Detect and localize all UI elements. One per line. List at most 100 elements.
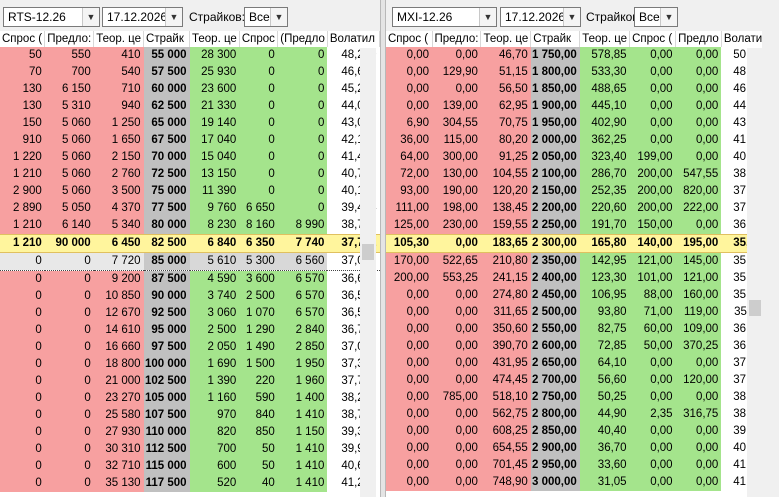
table-cell[interactable]: 2 500 — [239, 288, 278, 305]
table-cell[interactable]: 5 300 — [239, 252, 278, 271]
table-cell[interactable]: 0,00 — [629, 81, 676, 98]
table-cell[interactable]: 60 000 — [143, 81, 190, 98]
left-column-header[interactable]: Спрос ( — [0, 31, 46, 47]
table-row[interactable]: 64,00 300,00 91,25 2 050,00 323,40 199,00 0,00… — [386, 149, 772, 166]
table-cell[interactable]: 18 800 — [93, 356, 144, 373]
table-cell[interactable]: 120,00 — [675, 372, 722, 389]
table-cell[interactable]: 125,00 — [386, 217, 432, 235]
table-cell[interactable]: 56,60 — [579, 372, 630, 389]
table-cell[interactable]: 130 — [0, 98, 45, 115]
table-cell[interactable]: 0 — [277, 166, 328, 183]
table-cell[interactable]: 9 200 — [93, 270, 144, 288]
table-cell[interactable]: 0 — [0, 322, 45, 339]
table-cell[interactable]: 23 270 — [93, 390, 144, 407]
table-cell[interactable]: 2 900,00 — [530, 440, 580, 457]
table-cell[interactable]: 14 610 — [93, 322, 144, 339]
left-column-header[interactable]: Теор. це — [93, 31, 145, 47]
table-cell[interactable]: 3 500 — [93, 183, 144, 200]
table-cell[interactable]: 0,00 — [629, 372, 676, 389]
table-cell[interactable]: 0 — [0, 458, 45, 475]
table-cell[interactable]: 350,60 — [480, 321, 531, 338]
table-cell[interactable]: 0 — [44, 305, 94, 322]
table-cell[interactable]: 88,00 — [629, 287, 676, 304]
table-cell[interactable]: 0,00 — [432, 372, 481, 389]
table-cell[interactable]: 0 — [0, 390, 45, 407]
table-cell[interactable]: 0 — [0, 373, 45, 390]
right-column-header[interactable]: Страйк — [530, 31, 581, 47]
table-cell[interactable]: 21 330 — [189, 98, 240, 115]
table-cell[interactable]: 0,00 — [675, 149, 722, 166]
table-cell[interactable]: 590 — [239, 390, 278, 407]
table-row[interactable]: 1 220 5 060 2 150 70 000 15 040 0 0 41,443 — [0, 149, 380, 166]
table-row[interactable]: 130 6 150 710 60 000 23 600 0 0 45,256 — [0, 81, 380, 98]
table-cell[interactable]: 2 800,00 — [530, 406, 580, 423]
chevron-down-icon[interactable]: ▼ — [479, 8, 496, 26]
table-cell[interactable]: 7 720 — [93, 252, 144, 271]
table-cell[interactable]: 390,70 — [480, 338, 531, 355]
table-cell[interactable]: 0,00 — [675, 115, 722, 132]
table-cell[interactable]: 0,00 — [675, 217, 722, 235]
table-cell[interactable]: 0 — [277, 64, 328, 81]
table-cell[interactable]: 56,50 — [480, 81, 531, 98]
table-cell[interactable]: 300,00 — [432, 149, 481, 166]
right-column-header[interactable]: Теор. це — [579, 31, 631, 47]
table-cell[interactable]: 4 370 — [93, 200, 144, 217]
table-cell[interactable]: 0,00 — [386, 389, 432, 406]
table-cell[interactable]: 0,00 — [675, 47, 722, 64]
table-cell[interactable]: 1 250 — [93, 115, 144, 132]
table-cell[interactable]: 4 590 — [189, 270, 240, 288]
table-cell[interactable]: 1 500 — [239, 356, 278, 373]
table-cell[interactable]: 102 500 — [143, 373, 190, 390]
table-cell[interactable]: 80 000 — [143, 217, 190, 235]
table-cell[interactable]: 1 410 — [277, 407, 328, 424]
table-cell[interactable]: 0,00 — [629, 457, 676, 474]
table-cell[interactable]: 0 — [0, 288, 45, 305]
table-cell[interactable]: 51,15 — [480, 64, 531, 81]
table-cell[interactable]: 107 500 — [143, 407, 190, 424]
table-cell[interactable]: 33,60 — [579, 457, 630, 474]
table-cell[interactable]: 1 410 — [277, 458, 328, 475]
table-cell[interactable]: 82,75 — [579, 321, 630, 338]
table-cell[interactable]: 121,00 — [675, 270, 722, 287]
table-row[interactable]: 125,00 230,00 159,55 2 250,00 191,70 150,00 0,… — [386, 217, 772, 235]
table-cell[interactable]: 165,80 — [579, 234, 630, 253]
table-cell[interactable]: 0 — [0, 252, 45, 271]
table-cell[interactable]: 820,00 — [675, 183, 722, 200]
left-column-header[interactable]: Волатил — [327, 31, 380, 47]
mxi-vertical-scrollbar[interactable] — [747, 48, 763, 497]
left-column-header[interactable]: Предло: — [44, 31, 95, 47]
table-cell[interactable]: 0,00 — [432, 440, 481, 457]
table-row[interactable]: 0 0 23 270 105 000 1 160 590 1 400 38,269 — [0, 390, 380, 407]
table-cell[interactable]: 0,00 — [629, 132, 676, 149]
table-row[interactable]: 36,00115,0080,202 000,00362,250,000,0041… — [386, 132, 772, 149]
table-row[interactable]: 1 210 5 060 2 760 72 500 13 150 0 0 40,769 — [0, 166, 380, 183]
table-cell[interactable]: 6 570 — [277, 270, 328, 288]
table-cell[interactable]: 3 000,00 — [530, 474, 580, 491]
table-cell[interactable]: 2,35 — [629, 406, 676, 423]
table-cell[interactable]: 77 500 — [143, 200, 190, 217]
table-cell[interactable]: 25 580 — [93, 407, 144, 424]
table-cell[interactable]: 0 — [239, 149, 278, 166]
table-cell[interactable]: 1 150 — [277, 424, 328, 441]
table-cell[interactable]: 90 000 — [143, 288, 190, 305]
table-cell[interactable]: 1 220 — [0, 149, 45, 166]
table-cell[interactable]: 6 350 — [239, 234, 278, 253]
table-cell[interactable]: 92 500 — [143, 305, 190, 322]
table-cell[interactable]: 2 840 — [277, 322, 328, 339]
table-cell[interactable]: 2 900 — [0, 183, 45, 200]
table-row[interactable]: 170,00 522,65 210,80 2 350,00 142,95 121,00 14… — [386, 252, 772, 270]
table-cell[interactable]: 100 000 — [143, 356, 190, 373]
table-cell[interactable]: 117 500 — [143, 475, 190, 492]
table-row[interactable]: 0,000,00562,752 800,0044,902,35316,7538,… — [386, 406, 772, 423]
table-cell[interactable]: 1 950,00 — [530, 115, 580, 132]
table-cell[interactable]: 101,00 — [629, 270, 676, 287]
table-cell[interactable]: 0,00 — [675, 423, 722, 440]
table-cell[interactable]: 70 000 — [143, 149, 190, 166]
table-cell[interactable]: 5 610 — [189, 252, 240, 271]
table-cell[interactable]: 105,30 — [386, 234, 432, 253]
table-cell[interactable]: 0 — [44, 339, 94, 356]
table-row[interactable]: 0 0 25 580 107 500 970 840 1 410 38,795 — [0, 407, 380, 424]
table-cell[interactable]: 55 000 — [143, 47, 190, 64]
table-cell[interactable]: 2 250,00 — [530, 217, 580, 235]
table-cell[interactable]: 6 560 — [277, 252, 328, 271]
